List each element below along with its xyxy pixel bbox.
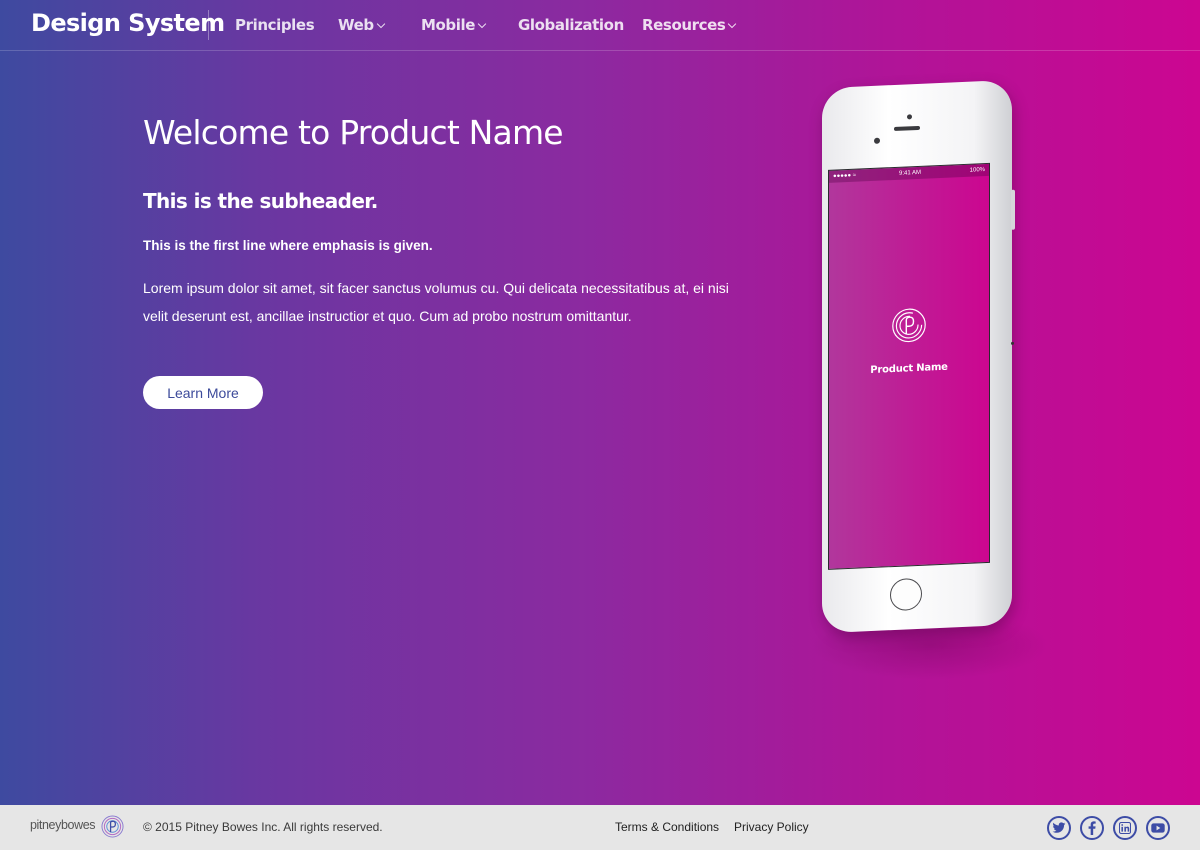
status-time: 9:41 AM (899, 169, 922, 177)
phone-sensor (907, 114, 912, 120)
top-navigation: Design System Principles Web Mobile Glob… (0, 0, 1200, 51)
privacy-link[interactable]: Privacy Policy (734, 820, 809, 834)
brand-divider (208, 10, 209, 40)
chevron-down-icon (376, 19, 385, 29)
phone-body: ●●●●● ≈ 9:41 AM 100% Product Name (822, 79, 1015, 634)
nav-item-label: Principles (235, 16, 315, 34)
camera-icon (874, 137, 880, 144)
nav-item-web[interactable]: Web (338, 16, 385, 34)
nav-item-label: Resources (642, 16, 726, 34)
home-button (890, 577, 922, 612)
twitter-icon[interactable] (1047, 816, 1071, 840)
chevron-down-icon (477, 19, 487, 29)
hero-section: Design System Principles Web Mobile Glob… (0, 0, 1200, 805)
footer: pitneybowes © 2015 Pitney Bowes Inc. All… (0, 805, 1200, 850)
pitney-bowes-mark-icon (101, 815, 124, 838)
battery-indicator: 100% (969, 167, 985, 174)
nav-item-label: Mobile (421, 16, 476, 34)
logo-word: bowes (60, 818, 96, 832)
phone-side-dot (1011, 341, 1014, 345)
nav-item-resources[interactable]: Resources (642, 16, 737, 34)
copyright-text: © 2015 Pitney Bowes Inc. All rights rese… (143, 820, 383, 834)
youtube-icon[interactable] (1146, 816, 1170, 840)
company-logo-text[interactable]: pitneybowes (30, 818, 96, 832)
nav-item-principles[interactable]: Principles (235, 16, 315, 34)
logo-word: pitney (30, 818, 61, 832)
status-bar: ●●●●● ≈ 9:41 AM 100% (829, 163, 989, 183)
linkedin-icon[interactable] (1113, 816, 1137, 840)
signal-indicator: ●●●●● ≈ (833, 172, 857, 180)
nav-item-label: Web (338, 16, 374, 34)
facebook-icon[interactable] (1080, 816, 1104, 840)
app-name: Product Name (870, 361, 948, 377)
page-title: Welcome to Product Name (143, 113, 564, 152)
phone-screen: ●●●●● ≈ 9:41 AM 100% Product Name (828, 162, 990, 570)
pitney-bowes-logo-icon (892, 308, 926, 343)
phone-side-button (1011, 189, 1015, 230)
nav-item-label: Globalization (518, 16, 624, 34)
speaker-icon (894, 125, 920, 132)
body-text: Lorem ipsum dolor sit amet, sit facer sa… (143, 280, 729, 324)
nav-item-globalization[interactable]: Globalization (518, 16, 624, 34)
phone-mockup: ●●●●● ≈ 9:41 AM 100% Product Name (800, 79, 1050, 680)
terms-link[interactable]: Terms & Conditions (615, 820, 719, 834)
nav-item-mobile[interactable]: Mobile (421, 16, 487, 34)
learn-more-button[interactable]: Learn More (143, 376, 263, 409)
emphasis-text: This is the first line where emphasis is… (143, 238, 433, 253)
brand-logo[interactable]: Design System (31, 9, 225, 37)
chevron-down-icon (728, 19, 737, 29)
page-subheader: This is the subheader. (143, 189, 378, 213)
